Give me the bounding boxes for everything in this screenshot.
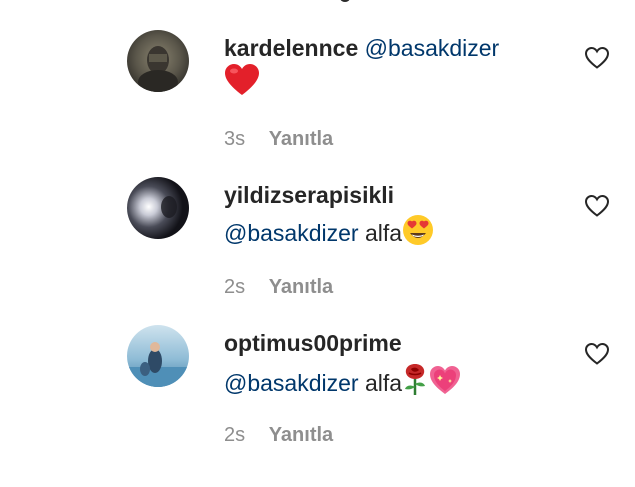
rose-icon <box>402 362 428 404</box>
heart-outline-icon[interactable] <box>584 342 610 366</box>
comment-line: kardelennce @basakdizer <box>224 33 499 63</box>
comment-item: optimus00prime @basakdizer alfa 2s Yanıt… <box>0 314 635 462</box>
comment-time: 2s <box>224 424 246 446</box>
avatar[interactable] <box>127 325 189 387</box>
avatar-image <box>127 177 189 239</box>
comment-text-line: @basakdizer alfa <box>224 214 434 254</box>
comment-mention[interactable]: @basakdizer <box>224 370 359 396</box>
reply-button[interactable]: Yanıtla <box>269 128 333 150</box>
red-heart-icon <box>224 63 260 105</box>
comment-username[interactable]: yildizserapisikli <box>224 182 394 208</box>
comment-text: alfa <box>364 220 403 246</box>
comment-mention[interactable]: @basakdizer <box>365 35 500 61</box>
avatar[interactable] <box>127 177 189 239</box>
comment-meta: 2s Yanıtla <box>224 275 333 299</box>
heart-eyes-face-icon <box>402 214 434 254</box>
comment-text: alfa <box>364 370 403 396</box>
heart-outline-icon[interactable] <box>584 194 610 218</box>
sparkling-heart-icon <box>428 364 462 404</box>
reply-button[interactable]: Yanıtla <box>269 424 333 446</box>
comment-text-line <box>224 63 260 105</box>
comment-item: kardelennce @basakdizer 3s Yanıtla <box>0 18 635 166</box>
comment-time: 2s <box>224 276 246 298</box>
comment-username[interactable]: optimus00prime <box>224 330 402 356</box>
previous-item-fragment <box>340 0 350 2</box>
avatar-image <box>127 325 189 387</box>
comment-username-line: optimus00prime <box>224 328 402 358</box>
avatar[interactable] <box>127 30 189 92</box>
reply-button[interactable]: Yanıtla <box>269 276 333 298</box>
avatar-image <box>127 30 189 92</box>
comment-username[interactable]: kardelennce <box>224 35 358 61</box>
heart-outline-icon[interactable] <box>584 46 610 70</box>
comment-text-line: @basakdizer alfa <box>224 362 462 404</box>
comment-username-line: yildizserapisikli <box>224 180 394 210</box>
comment-mention[interactable]: @basakdizer <box>224 220 359 246</box>
comment-meta: 2s Yanıtla <box>224 423 333 447</box>
comment-item: yildizserapisikli @basakdizer alfa 2s Ya… <box>0 166 635 314</box>
comment-time: 3s <box>224 128 246 150</box>
comment-meta: 3s Yanıtla <box>224 127 333 151</box>
